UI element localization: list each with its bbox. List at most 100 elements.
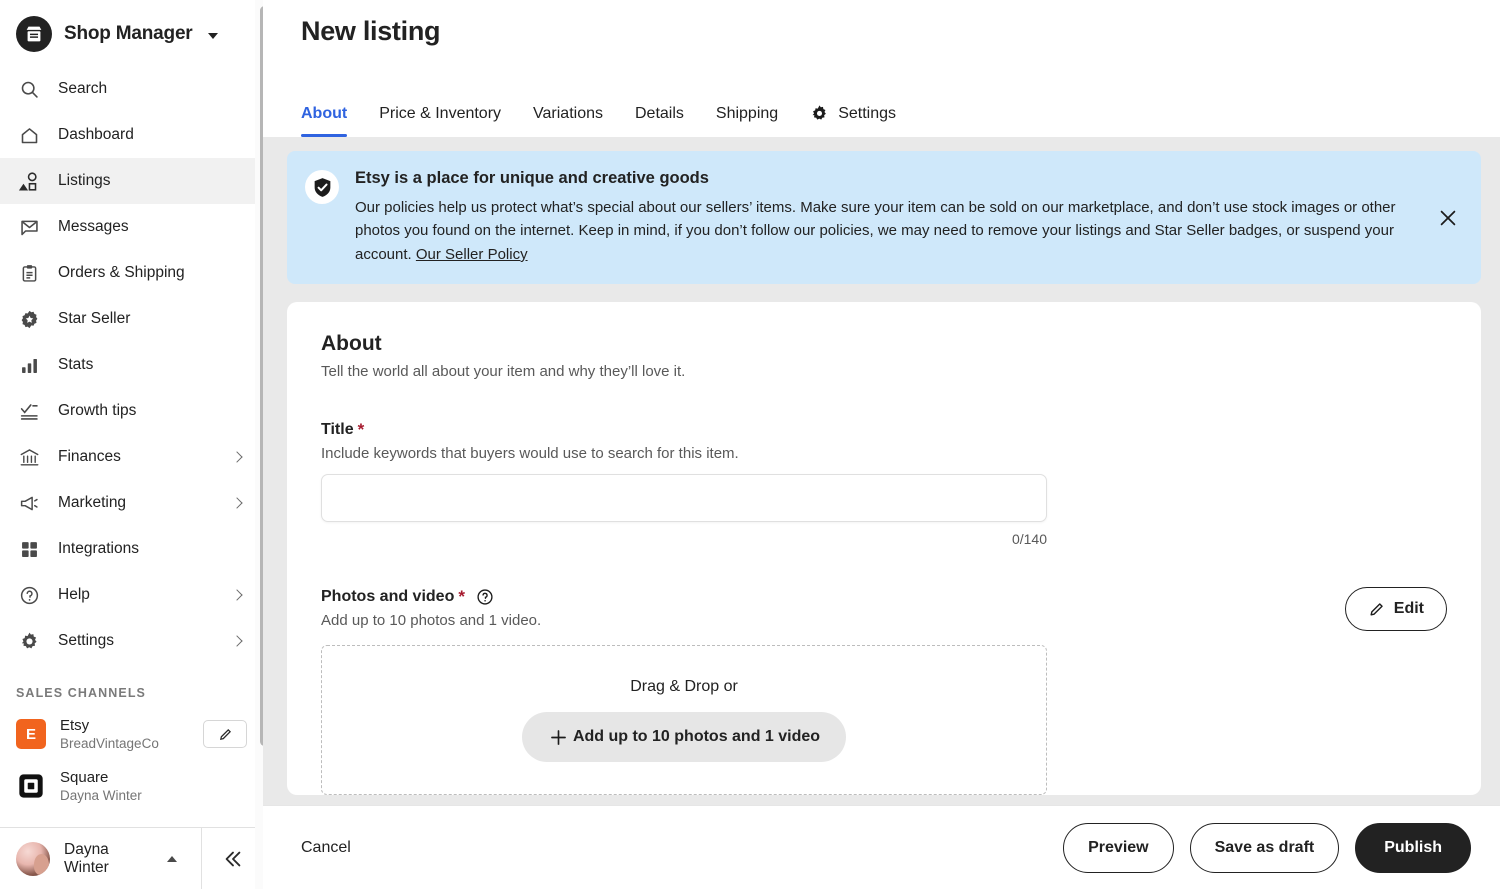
chevron-right-icon xyxy=(231,589,243,601)
channel-account: BreadVintageCo xyxy=(60,735,159,751)
sidebar-item-listings[interactable]: Listings xyxy=(0,158,263,204)
close-icon[interactable] xyxy=(1435,205,1461,231)
channel-name: Etsy xyxy=(60,716,90,734)
card-subtitle: Tell the world all about your item and w… xyxy=(321,363,686,381)
tab-shipping[interactable]: Shipping xyxy=(700,105,794,137)
seller-policy-link[interactable]: Our Seller Policy xyxy=(416,246,528,263)
search-icon xyxy=(16,76,42,102)
avatar xyxy=(16,841,50,876)
title-label-text: Title xyxy=(321,421,354,439)
tab-details[interactable]: Details xyxy=(619,105,700,137)
photo-dropzone[interactable]: Drag & Drop or Add up to 10 photos and 1… xyxy=(321,645,1047,796)
sidebar-item-marketing[interactable]: Marketing xyxy=(0,480,263,526)
tab-price-inventory[interactable]: Price & Inventory xyxy=(363,105,517,137)
sidebar-item-label: Help xyxy=(58,586,90,603)
megaphone-icon xyxy=(16,490,42,516)
star-badge-icon xyxy=(16,306,42,332)
photos-field-hint: Add up to 10 photos and 1 video. xyxy=(321,612,542,630)
tab-label: Variations xyxy=(533,105,603,122)
collapse-sidebar-button[interactable] xyxy=(201,827,263,889)
channel-text: Etsy BreadVintageCo xyxy=(60,717,189,752)
cancel-button[interactable]: Cancel xyxy=(301,839,351,857)
sidebar-item-growth-tips[interactable]: Growth tips xyxy=(0,388,263,434)
required-asterisk: * xyxy=(458,587,465,607)
question-circle-icon[interactable] xyxy=(476,588,494,606)
sidebar-item-label: Star Seller xyxy=(58,310,131,327)
tab-about[interactable]: About xyxy=(301,105,363,137)
sidebar-item-finances[interactable]: Finances xyxy=(0,434,263,480)
sidebar-item-help[interactable]: Help xyxy=(0,572,263,618)
sidebar-item-label: Search xyxy=(58,80,108,97)
banner-body: Etsy is a place for unique and creative … xyxy=(355,169,1465,266)
banner-title: Etsy is a place for unique and creative … xyxy=(355,169,709,187)
photos-field-head: Photos and video * Add up to 10 photos a… xyxy=(321,587,1447,632)
home-icon xyxy=(16,122,42,148)
user-name: Dayna Winter xyxy=(64,840,109,876)
envelope-icon xyxy=(16,214,42,240)
sidebar-item-messages[interactable]: Messages xyxy=(0,204,263,250)
channel-name: Square xyxy=(60,768,109,786)
photos-field-label: Photos and video * xyxy=(321,587,1345,607)
sidebar-scroll-region: Shop Manager Search Dashboard Listings M… xyxy=(0,0,263,827)
save-as-draft-button[interactable]: Save as draft xyxy=(1189,822,1340,873)
page-header: New listing About Price & Inventory Vari… xyxy=(263,0,1500,137)
caret-down-icon[interactable] xyxy=(207,32,218,39)
sidebar-item-stats[interactable]: Stats xyxy=(0,342,263,388)
sidebar-item-search[interactable]: Search xyxy=(0,66,263,112)
sidebar-item-orders-shipping[interactable]: Orders & Shipping xyxy=(0,250,263,296)
etsy-logo-icon: E xyxy=(16,719,46,749)
sidebar-item-label: Dashboard xyxy=(58,126,134,143)
policy-banner: Etsy is a place for unique and creative … xyxy=(287,151,1481,285)
square-logo-icon xyxy=(16,771,46,801)
gear-icon xyxy=(16,628,42,654)
sidebar-item-label: Listings xyxy=(58,172,111,189)
preview-button[interactable]: Preview xyxy=(1063,822,1174,873)
edit-photos-button[interactable]: Edit xyxy=(1344,587,1447,632)
user-menu[interactable]: Dayna Winter xyxy=(0,828,201,889)
sidebar-item-label: Finances xyxy=(58,448,121,465)
sidebar-item-label: Growth tips xyxy=(58,402,137,419)
channel-text: Square Dayna Winter xyxy=(60,769,247,804)
caret-up-icon xyxy=(167,855,177,862)
sidebar-item-star-seller[interactable]: Star Seller xyxy=(0,296,263,342)
chevron-right-icon xyxy=(231,497,243,509)
sidebar-item-settings[interactable]: Settings xyxy=(0,618,263,664)
tab-label: Shipping xyxy=(715,105,779,122)
action-bar: Cancel Preview Save as draft Publish xyxy=(263,805,1500,889)
sales-channel-square[interactable]: Square Dayna Winter xyxy=(0,760,263,812)
main-content: New listing About Price & Inventory Vari… xyxy=(263,0,1500,889)
edit-button-label: Edit xyxy=(1393,600,1424,618)
tab-variations[interactable]: Variations xyxy=(517,105,619,137)
shop-manager-brand[interactable]: Shop Manager xyxy=(0,0,263,66)
clipboard-icon xyxy=(16,260,42,286)
title-field-group: Title * Include keywords that buyers wou… xyxy=(321,420,1447,547)
sidebar-item-integrations[interactable]: Integrations xyxy=(0,526,263,572)
add-photos-button[interactable]: Add up to 10 photos and 1 video xyxy=(521,712,847,763)
title-char-counter: 0/140 xyxy=(1011,531,1047,548)
shapes-icon xyxy=(16,168,42,194)
publish-button[interactable]: Publish xyxy=(1355,822,1471,873)
bar-chart-icon xyxy=(16,352,42,378)
banner-text: Our policies help us protect what’s spec… xyxy=(355,196,1415,266)
main-scroll-region: Etsy is a place for unique and creative … xyxy=(263,137,1500,805)
sidebar-item-label: Orders & Shipping xyxy=(58,264,185,281)
pencil-icon xyxy=(1368,601,1385,618)
bank-icon xyxy=(16,444,42,470)
checklist-icon xyxy=(16,398,42,424)
photos-label-text: Photos and video xyxy=(321,588,455,606)
tab-label: Settings xyxy=(838,104,896,122)
gear-icon xyxy=(810,104,829,123)
tab-settings[interactable]: Settings xyxy=(794,104,912,137)
edit-channel-button[interactable] xyxy=(203,720,247,748)
channel-account: Dayna Winter xyxy=(60,787,142,803)
app-root: Shop Manager Search Dashboard Listings M… xyxy=(0,0,1500,889)
card-title: About xyxy=(321,332,382,356)
storefront-icon xyxy=(16,16,52,52)
sales-channel-etsy[interactable]: E Etsy BreadVintageCo xyxy=(0,708,263,760)
page-title: New listing xyxy=(301,16,441,46)
sidebar-item-label: Stats xyxy=(58,356,94,373)
etsy-badge-letter: E xyxy=(25,725,36,743)
sidebar-item-label: Settings xyxy=(58,632,115,649)
sidebar-item-dashboard[interactable]: Dashboard xyxy=(0,112,263,158)
title-input[interactable] xyxy=(321,474,1047,523)
